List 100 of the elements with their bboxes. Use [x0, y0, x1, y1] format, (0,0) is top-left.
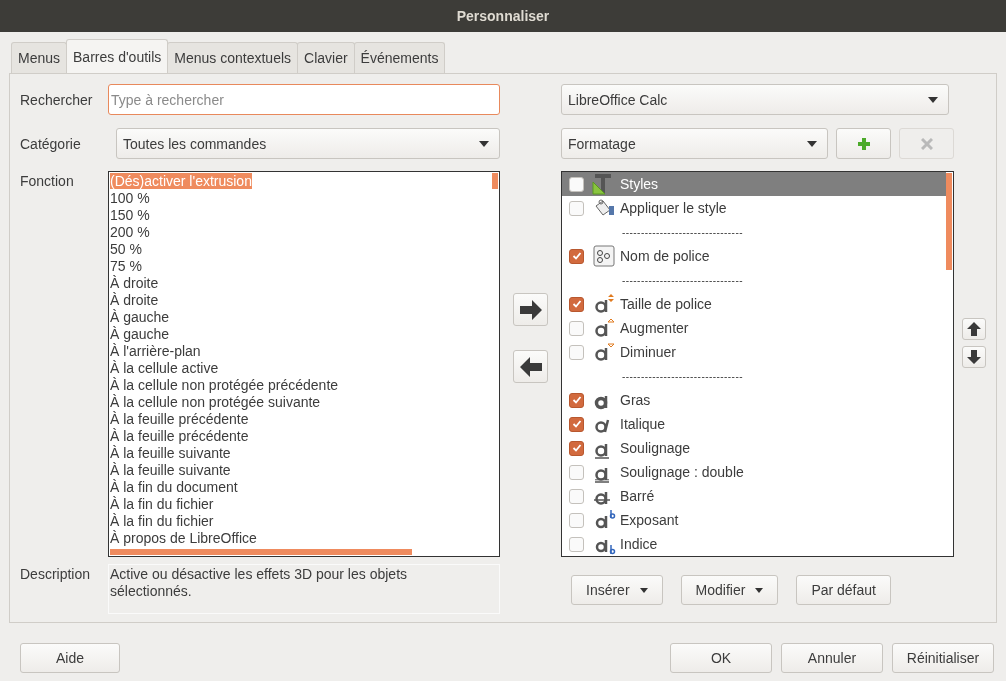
checkbox[interactable] — [569, 320, 584, 336]
function-item[interactable]: 150 % — [110, 207, 150, 223]
checkmark-icon — [571, 395, 582, 405]
menu-button[interactable]: Insérer — [571, 575, 663, 605]
add-button[interactable] — [836, 128, 892, 159]
function-item[interactable]: À la cellule non protégée précédente — [110, 377, 339, 393]
menu-button[interactable]: Par défaut — [796, 575, 891, 605]
entry-row[interactable]: Styles — [562, 172, 946, 196]
entry-row[interactable]: Appliquer le style — [562, 196, 946, 220]
checkbox[interactable] — [569, 416, 584, 432]
function-item[interactable]: À la fin du document — [110, 479, 238, 495]
move-down-button[interactable] — [962, 346, 986, 368]
separator-line-text: -------------------------------- — [622, 370, 743, 382]
entry-row[interactable]: Augmenter — [562, 316, 946, 340]
add-arrow-button[interactable] — [513, 293, 548, 326]
entry-row[interactable]: Soulignage : double — [562, 460, 946, 484]
function-item[interactable]: 100 % — [110, 190, 150, 206]
checkbox[interactable] — [569, 440, 584, 456]
entry-row[interactable]: Exposant — [562, 508, 946, 532]
checkbox[interactable] — [569, 344, 584, 360]
tab[interactable]: Clavier — [297, 42, 355, 73]
entry-label: Indice — [620, 536, 658, 552]
checkbox[interactable] — [569, 296, 584, 312]
dialog-button[interactable]: Annuler — [781, 643, 883, 673]
search-field[interactable]: Type à rechercher — [108, 84, 500, 115]
function-item[interactable]: À la feuille suivante — [110, 462, 231, 478]
scrollbar-thumb[interactable] — [110, 549, 412, 555]
field-label: Catégorie — [20, 135, 82, 152]
entry-label: Exposant — [620, 512, 679, 528]
up-arrow-icon — [967, 322, 981, 336]
function-item[interactable]: À la feuille suivante — [110, 445, 231, 461]
menu-button[interactable]: Modifier — [680, 575, 779, 605]
function-item[interactable]: 50 % — [110, 241, 142, 257]
function-item[interactable]: À l'arrière-plan — [110, 343, 201, 359]
function-item[interactable]: À droite — [110, 292, 159, 308]
entry-row[interactable]: Gras — [562, 388, 946, 412]
toolbar-dropdown[interactable]: Formatage — [561, 128, 829, 159]
entry-label: Augmenter — [620, 320, 689, 336]
move-up-button[interactable] — [962, 318, 986, 340]
entry-row[interactable]: Italique — [562, 412, 946, 436]
checkbox[interactable] — [569, 488, 584, 504]
plus-icon — [857, 137, 870, 150]
font-name-icon — [592, 245, 616, 267]
letter-arrows-icon — [592, 293, 616, 315]
function-item[interactable]: À gauche — [110, 326, 170, 342]
entry-row[interactable]: Diminuer — [562, 340, 946, 364]
checkbox[interactable] — [569, 176, 584, 192]
scrollbar-thumb[interactable] — [492, 173, 498, 189]
function-item[interactable]: À la fin du fichier — [110, 496, 214, 512]
checkbox[interactable] — [569, 512, 584, 528]
caret-icon — [755, 587, 764, 593]
entry-label: Barré — [620, 488, 655, 504]
tab[interactable]: Événements — [353, 42, 446, 73]
checkbox[interactable] — [569, 248, 584, 264]
function-item[interactable]: 75 % — [110, 258, 142, 274]
checkmark-icon — [571, 299, 582, 309]
tab[interactable]: Menus — [11, 42, 68, 73]
dialog-button[interactable]: OK — [670, 643, 772, 673]
checkbox[interactable] — [569, 392, 584, 408]
scope-dropdown[interactable]: LibreOffice Calc — [561, 84, 949, 115]
tab[interactable]: Barres d'outils — [66, 39, 169, 73]
entry-row[interactable]: Barré — [562, 484, 946, 508]
function-item[interactable]: À la fin du fichier — [110, 513, 214, 529]
field-label: Description — [20, 565, 92, 582]
entry-row[interactable]: Indice — [562, 532, 946, 556]
remove-arrow-button[interactable] — [513, 350, 548, 383]
checkbox[interactable] — [569, 464, 584, 480]
function-item[interactable]: À la cellule non protégée suivante — [110, 394, 321, 410]
dialog-button[interactable]: Réinitialiser — [892, 643, 994, 673]
scrollbar-thumb[interactable] — [946, 173, 952, 270]
separator-line-text: -------------------------------- — [622, 226, 743, 238]
caret-icon — [639, 587, 648, 593]
checkbox[interactable] — [569, 536, 584, 552]
tab[interactable]: Menus contextuels — [167, 42, 299, 73]
right-arrow-icon — [518, 298, 543, 321]
caret-icon — [928, 96, 938, 103]
entry-row[interactable]: Taille de police — [562, 292, 946, 316]
function-item[interactable]: À la cellule active — [110, 360, 219, 376]
function-item[interactable]: 200 % — [110, 224, 150, 240]
function-item[interactable]: À la feuille précédente — [110, 428, 249, 444]
field-label: Fonction — [20, 172, 75, 189]
down-arrow-icon — [967, 350, 981, 364]
entry-label: Diminuer — [620, 344, 676, 360]
function-item[interactable]: À propos de LibreOffice — [110, 530, 257, 546]
category-dropdown[interactable]: Toutes les commandes — [116, 128, 500, 159]
function-item[interactable]: À la feuille précédente — [110, 411, 249, 427]
checkbox[interactable] — [569, 200, 584, 216]
caret-icon — [807, 140, 818, 147]
entry-row[interactable]: Soulignage — [562, 436, 946, 460]
function-item[interactable]: À gauche — [110, 309, 170, 325]
function-item[interactable]: À droite — [110, 275, 159, 291]
entry-label: Italique — [620, 416, 666, 432]
close-icon — [920, 137, 933, 150]
letter-down-icon — [592, 341, 616, 363]
entry-label: Appliquer le style — [620, 200, 727, 216]
help-button[interactable]: Aide — [20, 643, 120, 673]
checkmark-icon — [571, 443, 582, 453]
entry-row[interactable]: Nom de police — [562, 244, 946, 268]
entry-label: Gras — [620, 392, 651, 408]
entry-label: Nom de police — [620, 248, 710, 264]
